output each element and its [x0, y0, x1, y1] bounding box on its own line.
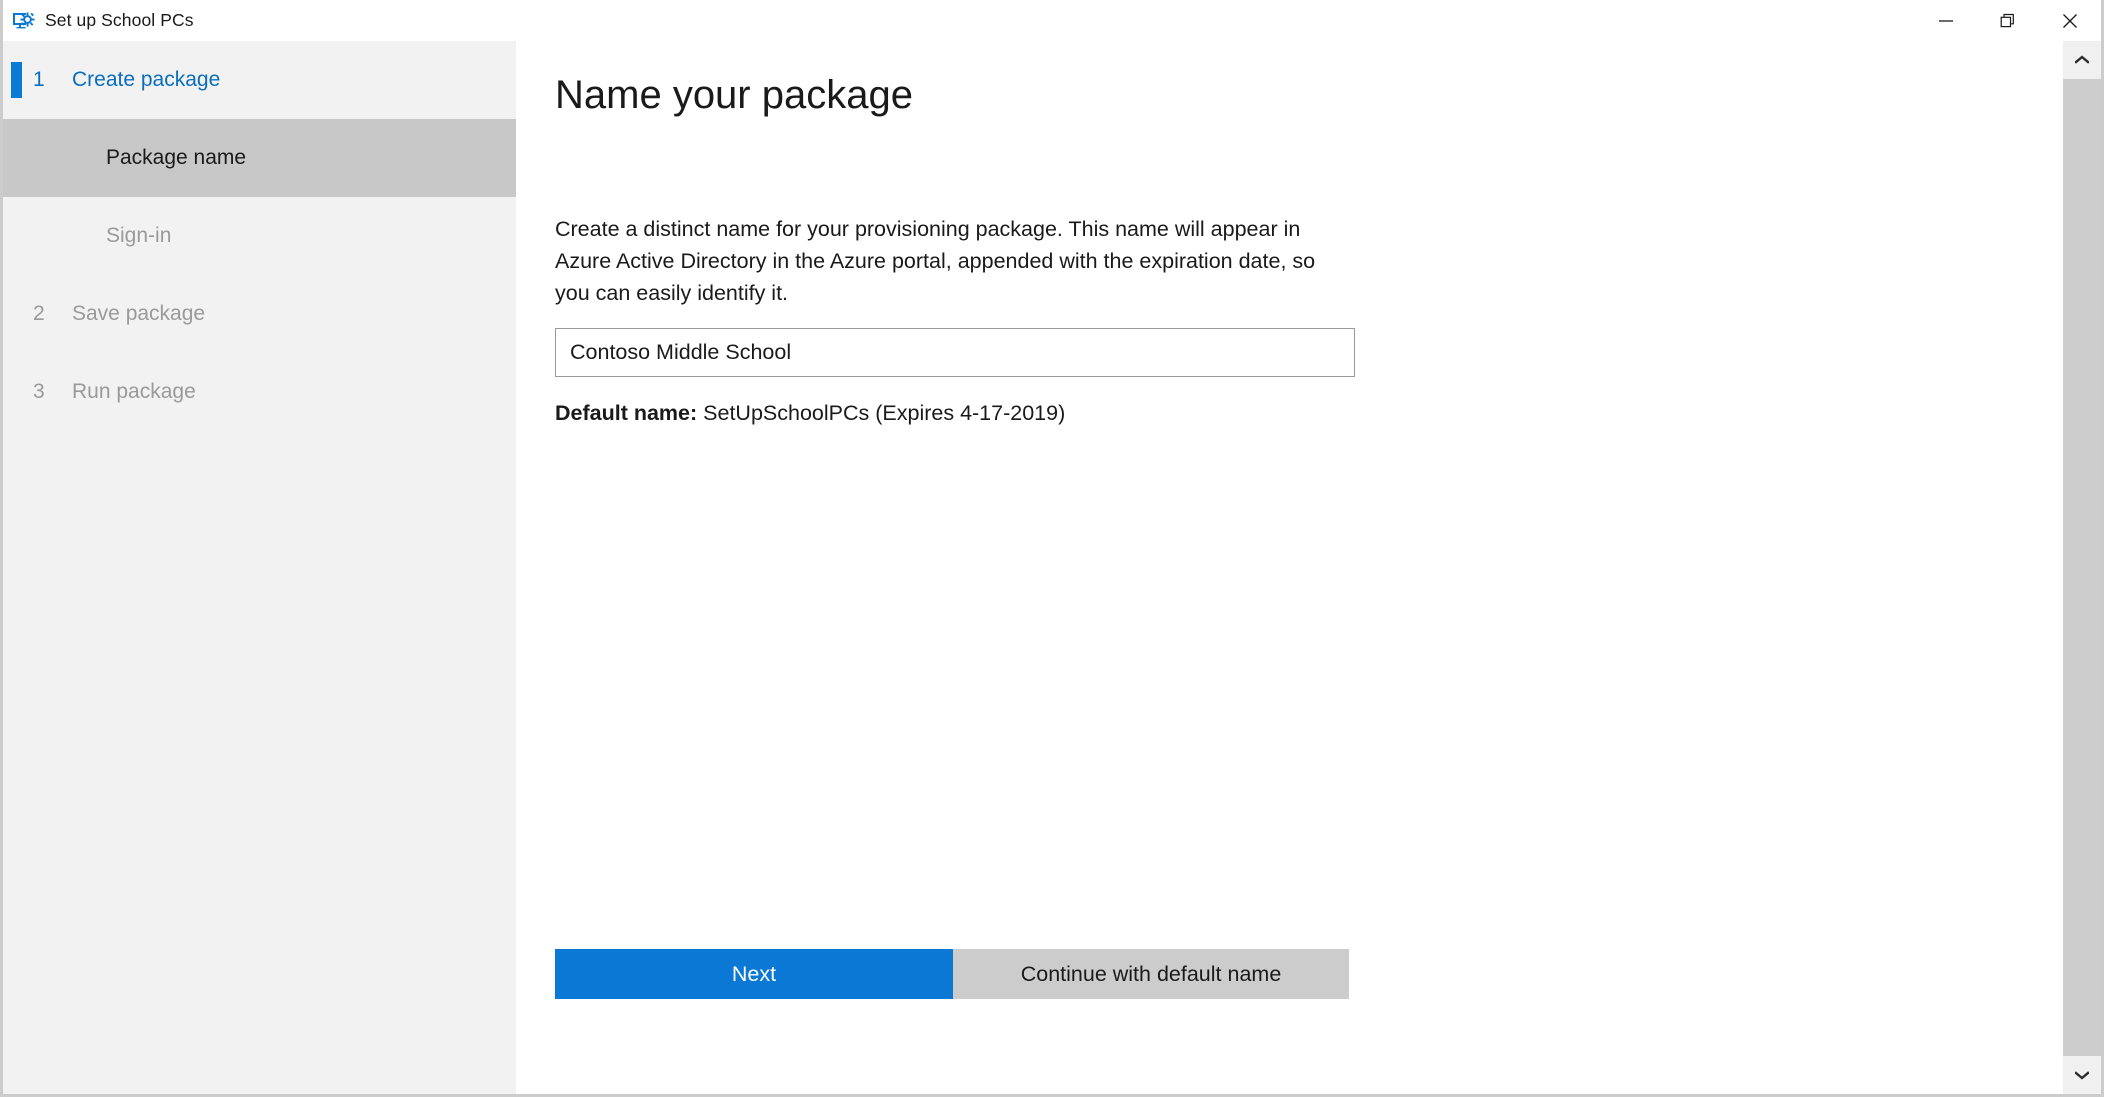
scroll-down-button[interactable]	[2063, 1056, 2101, 1094]
chevron-down-icon	[2074, 1068, 2090, 1083]
window-title: Set up School PCs	[45, 10, 194, 30]
next-button[interactable]: Next	[555, 949, 953, 999]
default-name-label: Default name:	[555, 401, 698, 425]
action-buttons: Next Continue with default name	[555, 949, 1349, 999]
sidebar-subitem-label: Sign-in	[106, 224, 172, 247]
restore-button[interactable]	[1977, 0, 2039, 41]
sidebar-step-label: Save package	[72, 302, 206, 325]
restore-icon	[2000, 13, 2016, 29]
close-icon	[2062, 13, 2078, 29]
continue-with-default-name-button[interactable]: Continue with default name	[953, 949, 1349, 999]
title-bar-left: Set up School PCs	[3, 0, 1915, 41]
page-description: Create a distinct name for your provisio…	[555, 216, 1316, 305]
sidebar-navigation: 1 Create package Package name Sign-in 2 …	[3, 41, 516, 1094]
title-bar: Set up School PCs	[3, 0, 2101, 41]
sidebar-step-number: 1	[33, 68, 45, 91]
sidebar-step-label: Run package	[72, 380, 196, 403]
sidebar-step-label: Create package	[72, 68, 221, 91]
sidebar-item-sign-in[interactable]: Sign-in	[3, 197, 516, 275]
page-title: Name your package	[555, 73, 913, 117]
app-window: Set up School PCs 1 Create package Packa…	[0, 0, 2104, 1097]
default-name-row: Default name: SetUpSchoolPCs (Expires 4-…	[555, 401, 1065, 426]
active-step-indicator	[11, 62, 22, 98]
sidebar-step-number: 3	[33, 380, 45, 403]
sidebar-step-run-package[interactable]: 3 Run package	[3, 353, 516, 431]
monitor-gear-icon	[12, 11, 36, 31]
vertical-scrollbar[interactable]	[2063, 41, 2101, 1094]
scrollbar-thumb[interactable]	[2063, 79, 2101, 1056]
chevron-up-icon	[2074, 53, 2090, 68]
sidebar-subitem-label: Package name	[106, 146, 247, 169]
window-controls	[1915, 0, 2101, 41]
sidebar-step-save-package[interactable]: 2 Save package	[3, 275, 516, 353]
default-name-value: SetUpSchoolPCs (Expires 4-17-2019)	[703, 401, 1066, 425]
minimize-button[interactable]	[1915, 0, 1977, 41]
main-content: Name your package Create a distinct name…	[516, 41, 2029, 1094]
sidebar-step-number: 2	[33, 302, 45, 325]
minimize-icon	[1938, 13, 1954, 29]
sidebar-step-create-package[interactable]: 1 Create package	[3, 41, 516, 119]
package-name-input[interactable]	[555, 328, 1355, 377]
close-button[interactable]	[2039, 0, 2101, 41]
scroll-up-button[interactable]	[2063, 41, 2101, 79]
sidebar-item-package-name[interactable]: Package name	[3, 119, 516, 197]
